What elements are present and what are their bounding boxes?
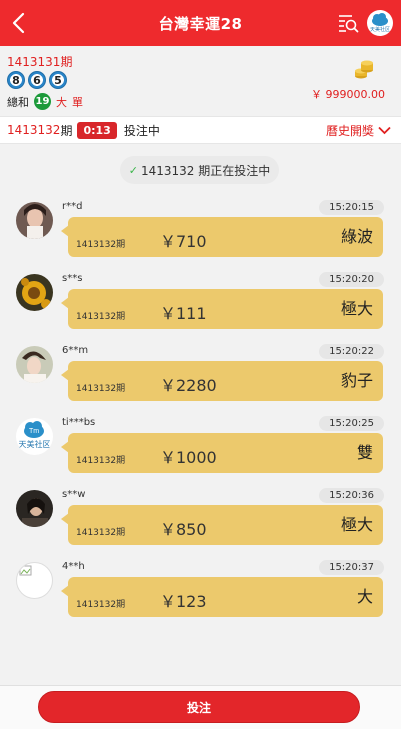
last-period: 1413131期 [7, 55, 73, 69]
svg-text:Tm: Tm [29, 428, 39, 435]
bet-amount: ￥850 [160, 520, 207, 539]
avatar-photo [16, 346, 53, 383]
bet-period: 1413132期 [76, 240, 126, 250]
bet-bubble: 1413132期 ￥123 大 [61, 577, 383, 617]
bet-bubble: 1413132期 ￥1000 雙 [61, 433, 383, 473]
bet-time: 15:20:15 [319, 200, 384, 215]
sum-row: 總和 19 大 單 [7, 93, 83, 110]
page-title: 台灣幸運28 [158, 14, 243, 33]
big-tag: 大 [56, 95, 67, 109]
result-balls: 8 6 5 [7, 71, 67, 89]
bet-period: 1413132期 [76, 456, 126, 466]
menu-search-icon[interactable] [337, 12, 359, 34]
coins-icon [355, 60, 373, 79]
username: r**d [62, 201, 83, 212]
bet-message: s**w 15:20:36 1413132期 ￥850 極大 [0, 487, 401, 553]
betting-notice: ✓ 1413132 期正在投注中 [120, 156, 279, 184]
last-draw-panel: 1413131期 8 6 5 總和 19 大 單 ￥ 999000.00 [0, 46, 401, 116]
bet-amount: ￥111 [160, 304, 207, 323]
balance-amount: ￥ 999000.00 [311, 88, 385, 101]
bet-message: 4**h 15:20:37 1413132期 ￥123 大 [0, 559, 401, 625]
current-period-bar: 1413132 期 0:13 投注中 曆史開獎 [0, 116, 401, 144]
bet-message: Tm 天美社区 ti***bs 15:20:25 1413132期 ￥1000 … [0, 415, 401, 481]
back-arrow-icon[interactable] [8, 10, 32, 36]
avatar[interactable] [16, 274, 53, 311]
current-period: 1413132 [7, 123, 61, 137]
bet-period: 1413132期 [76, 600, 126, 610]
bet-time: 15:20:36 [319, 488, 384, 503]
bet-bubble: 1413132期 ￥710 綠波 [61, 217, 383, 257]
current-period-suffix: 期 [60, 123, 73, 138]
bet-time: 15:20:37 [319, 560, 384, 575]
avatar[interactable] [16, 562, 53, 599]
bet-type: 極大 [340, 515, 373, 534]
username: 4**h [62, 561, 85, 572]
username: ti***bs [62, 417, 96, 428]
app-logo[interactable]: 天美社区 [367, 10, 393, 36]
bet-period: 1413132期 [76, 384, 126, 394]
check-icon: ✓ [128, 163, 138, 177]
betting-status: 投注中 [123, 123, 160, 138]
sum-ball: 19 [34, 93, 51, 110]
app-header: 台灣幸運28 天美社区 [0, 0, 401, 46]
avatar[interactable]: Tm 天美社区 [16, 418, 53, 455]
avatar-photo [16, 490, 53, 527]
footer-bar: 投注 [0, 685, 401, 729]
broken-image-icon [19, 565, 32, 576]
bet-type: 大 [356, 587, 373, 606]
avatar[interactable] [16, 490, 53, 527]
avatar[interactable] [16, 202, 53, 239]
bet-period: 1413132期 [76, 528, 126, 538]
bet-message: 6**m 15:20:22 1413132期 ￥2280 豹子 [0, 343, 401, 409]
countdown-timer: 0:13 [77, 121, 117, 139]
result-ball: 8 [7, 71, 25, 89]
bet-type: 豹子 [340, 371, 373, 390]
bet-type: 極大 [340, 299, 373, 318]
history-label: 曆史開獎 [325, 124, 374, 138]
avatar-logo-text: 天美社区 [18, 440, 51, 449]
bet-amount: ￥123 [160, 592, 207, 611]
history-results-link[interactable]: 曆史開獎 [326, 122, 391, 139]
bet-bubble: 1413132期 ￥2280 豹子 [61, 361, 383, 401]
username: s**s [62, 273, 83, 284]
bet-message: r**d 15:20:15 1413132期 ￥710 綠波 [0, 199, 401, 265]
username: 6**m [62, 345, 89, 356]
bet-amount: ￥710 [160, 232, 207, 251]
bet-message: s**s 15:20:20 1413132期 ￥111 極大 [0, 271, 401, 337]
odd-tag: 單 [72, 95, 83, 109]
result-ball: 5 [49, 71, 67, 89]
logo-text: 天美社区 [369, 27, 390, 33]
sum-label: 總和 [7, 95, 29, 109]
cloud-logo-icon [372, 13, 388, 26]
bet-type: 綠波 [340, 227, 373, 246]
username: s**w [62, 489, 86, 500]
notice-text: 1413132 期正在投注中 [140, 163, 271, 178]
bet-time: 15:20:22 [319, 344, 384, 359]
bet-bubble: 1413132期 ￥850 極大 [61, 505, 383, 545]
result-ball: 6 [28, 71, 46, 89]
chevron-down-icon [378, 126, 391, 135]
bet-amount: ￥2280 [160, 376, 217, 395]
bet-amount: ￥1000 [160, 448, 217, 467]
bet-period: 1413132期 [76, 312, 126, 322]
bet-bubble: 1413132期 ￥111 極大 [61, 289, 383, 329]
avatar[interactable] [16, 346, 53, 383]
avatar-photo [16, 202, 53, 239]
bet-type: 雙 [356, 443, 373, 462]
place-bet-button[interactable]: 投注 [38, 691, 360, 723]
bet-time: 15:20:25 [319, 416, 384, 431]
avatar-photo [16, 274, 53, 311]
bet-time: 15:20:20 [319, 272, 384, 287]
